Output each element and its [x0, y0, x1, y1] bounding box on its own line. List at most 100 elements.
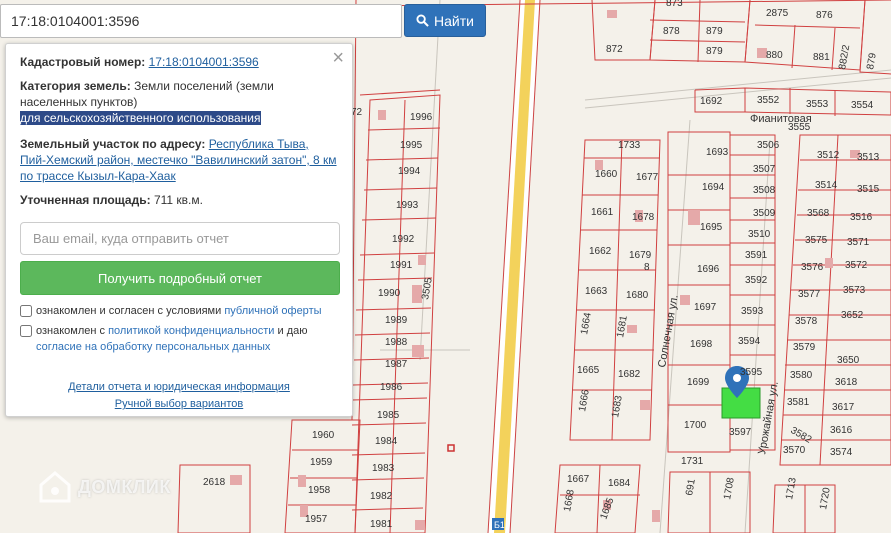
parcel-number[interactable]: 3652: [841, 310, 864, 321]
parcel-number[interactable]: 1981: [370, 519, 393, 530]
parcel-number[interactable]: 1665: [577, 365, 600, 376]
parcel-number[interactable]: 3578: [795, 316, 818, 327]
parcel-number[interactable]: 3506: [757, 140, 780, 151]
parcel-number[interactable]: 1731: [681, 456, 704, 467]
parcel-number[interactable]: 881: [813, 52, 830, 63]
parcel-number[interactable]: 3552: [757, 95, 780, 106]
get-report-button[interactable]: Получить подробный отчет: [20, 261, 340, 295]
parcel-number[interactable]: 3553: [806, 99, 829, 110]
parcel-number[interactable]: 1993: [396, 200, 419, 211]
parcel-number[interactable]: 3650: [837, 355, 860, 366]
parcel-number[interactable]: 3507: [753, 164, 776, 175]
parcel-number[interactable]: 1695: [700, 222, 723, 233]
parcel-number[interactable]: 3617: [832, 402, 855, 413]
parcel-number[interactable]: 1663: [585, 286, 608, 297]
parcel-number[interactable]: 3514: [815, 180, 838, 191]
parcel-number[interactable]: 1661: [591, 207, 614, 218]
parcel-number[interactable]: 1700: [684, 420, 707, 431]
parcel-number[interactable]: 1733: [618, 140, 641, 151]
parcel-number[interactable]: 1986: [380, 382, 403, 393]
parcel-number[interactable]: 1693: [706, 147, 729, 158]
parcel-number[interactable]: 1679: [629, 250, 652, 261]
parcel-number[interactable]: 3592: [745, 275, 768, 286]
parcel-number[interactable]: 3616: [830, 425, 853, 436]
parcel-number[interactable]: 3594: [738, 336, 761, 347]
parcel-number[interactable]: 1957: [305, 514, 328, 525]
parcel-number[interactable]: 1667: [567, 474, 590, 485]
parcel-number[interactable]: 3581: [787, 397, 810, 408]
parcel-number[interactable]: 1990: [378, 288, 401, 299]
parcel-number[interactable]: 880: [766, 50, 783, 61]
parcel-number[interactable]: 1662: [589, 246, 612, 257]
parcel-number[interactable]: 1958: [308, 485, 331, 496]
parcel-number[interactable]: 1959: [310, 457, 333, 468]
parcel-number[interactable]: 3508: [753, 185, 776, 196]
details-link[interactable]: Детали отчета и юридическая информация: [68, 381, 290, 393]
cadastral-link[interactable]: 17:18:0104001:3596: [149, 55, 259, 69]
parcel-number[interactable]: 8: [644, 262, 650, 273]
parcel-number[interactable]: 3597: [729, 427, 752, 438]
search-input[interactable]: [1, 5, 401, 37]
personal-data-link[interactable]: согласие на обработку персональных данны…: [36, 341, 270, 353]
parcel-number[interactable]: 1987: [385, 359, 408, 370]
parcel-number[interactable]: 3510: [748, 229, 771, 240]
parcel-number[interactable]: 1988: [385, 337, 408, 348]
parcel-number[interactable]: 3618: [835, 377, 858, 388]
parcel-number[interactable]: 1692: [700, 96, 723, 107]
parcel-number[interactable]: 1660: [595, 169, 618, 180]
parcel-number[interactable]: 3574: [830, 447, 853, 458]
parcel-number[interactable]: 1682: [618, 369, 641, 380]
parcel-number[interactable]: 3568: [807, 208, 830, 219]
parcel-number[interactable]: 876: [816, 10, 833, 21]
privacy-policy-link[interactable]: политикой конфиденциальности: [108, 325, 274, 337]
parcel-number[interactable]: 3515: [857, 184, 880, 195]
parcel-number[interactable]: 1983: [372, 463, 395, 474]
parcel-number[interactable]: 1696: [697, 264, 720, 275]
parcel-number[interactable]: 872: [606, 44, 623, 55]
offer-link[interactable]: публичной оферты: [224, 305, 321, 317]
parcel-number[interactable]: 3509: [753, 208, 776, 219]
parcel-number[interactable]: 3573: [843, 285, 866, 296]
parcel-number[interactable]: 2875: [766, 8, 789, 19]
parcel-number[interactable]: 1984: [375, 436, 398, 447]
parcel-number[interactable]: 3576: [801, 262, 824, 273]
offer-checkbox[interactable]: [20, 305, 32, 317]
search-button[interactable]: Найти: [404, 4, 486, 37]
parcel-number[interactable]: 1992: [392, 234, 415, 245]
parcel-number[interactable]: 1680: [626, 290, 649, 301]
parcel-number[interactable]: 1994: [398, 166, 421, 177]
parcel-number[interactable]: 3554: [851, 100, 874, 111]
email-field[interactable]: [20, 222, 340, 255]
parcel-number[interactable]: 1684: [608, 478, 631, 489]
parcel-number[interactable]: 2618: [203, 477, 226, 488]
parcel-number[interactable]: 3513: [857, 152, 880, 163]
parcel-number[interactable]: 1982: [370, 491, 393, 502]
parcel-number[interactable]: 3591: [745, 250, 768, 261]
parcel-number[interactable]: 1698: [690, 339, 713, 350]
parcel-number[interactable]: 3595: [740, 367, 763, 378]
parcel-number[interactable]: 879: [706, 46, 723, 57]
parcel-number[interactable]: 1991: [390, 260, 413, 271]
parcel-number[interactable]: 873: [666, 0, 683, 9]
parcel-number[interactable]: 3572: [845, 260, 868, 271]
parcel-number[interactable]: 3575: [805, 235, 828, 246]
manual-selection-link[interactable]: Ручной выбор вариантов: [115, 398, 243, 410]
parcel-number[interactable]: 1995: [400, 140, 423, 151]
parcel-number[interactable]: 1694: [702, 182, 725, 193]
parcel-number[interactable]: 3516: [850, 212, 873, 223]
parcel-number[interactable]: 1960: [312, 430, 335, 441]
privacy-checkbox[interactable]: [20, 325, 32, 337]
parcel-number[interactable]: 3577: [798, 289, 821, 300]
close-icon[interactable]: ×: [332, 48, 344, 68]
parcel-number[interactable]: 1989: [385, 315, 408, 326]
parcel-number[interactable]: 3570: [783, 445, 806, 456]
parcel-number[interactable]: 3579: [793, 342, 816, 353]
parcel-number[interactable]: 1996: [410, 112, 433, 123]
parcel-number[interactable]: 3512: [817, 150, 840, 161]
parcel-number[interactable]: 1697: [694, 302, 717, 313]
parcel-number[interactable]: 1985: [377, 410, 400, 421]
parcel-number[interactable]: 1699: [687, 377, 710, 388]
parcel-number[interactable]: 3580: [790, 370, 813, 381]
parcel-number[interactable]: 878: [663, 26, 680, 37]
parcel-number[interactable]: 1677: [636, 172, 659, 183]
